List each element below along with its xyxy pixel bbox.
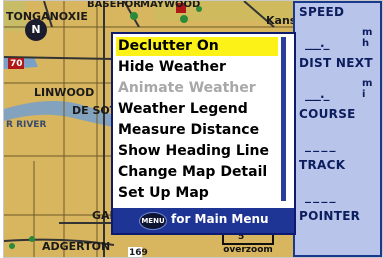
menu-button-icon: MENU: [139, 212, 167, 230]
field-course-label: COURSE: [299, 107, 356, 121]
menu-item-animate-weather[interactable]: Animate Weather: [116, 79, 278, 98]
map-label-river: R RIVER: [6, 120, 47, 130]
menu-scrollbar[interactable]: [281, 37, 286, 201]
map-label-town-3: MAYWOOD: [140, 1, 201, 10]
map-label-town-5: LINWOOD: [34, 86, 95, 99]
field-pointer-label: POINTER: [299, 209, 361, 223]
north-label: N: [31, 23, 41, 36]
menu-item-change-map-detail[interactable]: Change Map Detail: [116, 163, 278, 182]
menu-footer-text: for Main Menu: [171, 212, 269, 226]
map-label-town-2: BASEHOR: [87, 1, 141, 10]
zoom-scale: 5 overzoom: [222, 232, 274, 255]
north-arrow-icon: N: [25, 19, 47, 41]
map-label-town-1: TONGANOXIE: [6, 10, 88, 23]
data-fields-panel: SPEED ___._ m h DIST NEXT ___._ m i COUR…: [293, 1, 382, 257]
map-label-road-70: 70: [10, 59, 23, 69]
menu-item-declutter-on[interactable]: Declutter On: [116, 37, 278, 56]
field-speed-unit: m h: [362, 27, 373, 49]
map-label-town-4: Kans: [266, 14, 293, 27]
menu-item-measure-distance[interactable]: Measure Distance: [116, 121, 278, 140]
field-track-value: _ _ _ _: [305, 189, 336, 203]
field-pointer[interactable]: POINTER: [295, 207, 380, 255]
menu-button-label: MENU: [141, 217, 165, 225]
field-course-value: _ _ _ _: [305, 138, 336, 152]
menu-footer: MENU for Main Menu: [113, 208, 294, 233]
menu-item-weather-legend[interactable]: Weather Legend: [116, 100, 278, 119]
map-label-road-169: 169: [129, 248, 148, 257]
field-speed-label: SPEED: [299, 5, 345, 19]
gps-screen: TONGANOXIE BASEHOR MAYWOOD Kans 70 LINWO…: [3, 0, 383, 258]
scale-bar: [222, 234, 274, 245]
field-track-label: TRACK: [299, 158, 346, 172]
map-label-town-8: ADGERTON: [42, 240, 111, 253]
field-speed-value: ___._: [305, 36, 330, 50]
menu-item-hide-weather[interactable]: Hide Weather: [116, 58, 278, 77]
menu-item-set-up-map[interactable]: Set Up Map: [116, 184, 278, 203]
menu-item-show-heading-line[interactable]: Show Heading Line: [116, 142, 278, 161]
field-dist-next-unit: m i: [362, 78, 373, 100]
zoom-mode-label: overzoom: [223, 245, 273, 255]
map-options-menu: Declutter On Hide Weather Animate Weathe…: [111, 32, 296, 235]
field-dist-next-value: ___._: [305, 87, 330, 101]
field-dist-next-label: DIST NEXT: [299, 56, 373, 70]
